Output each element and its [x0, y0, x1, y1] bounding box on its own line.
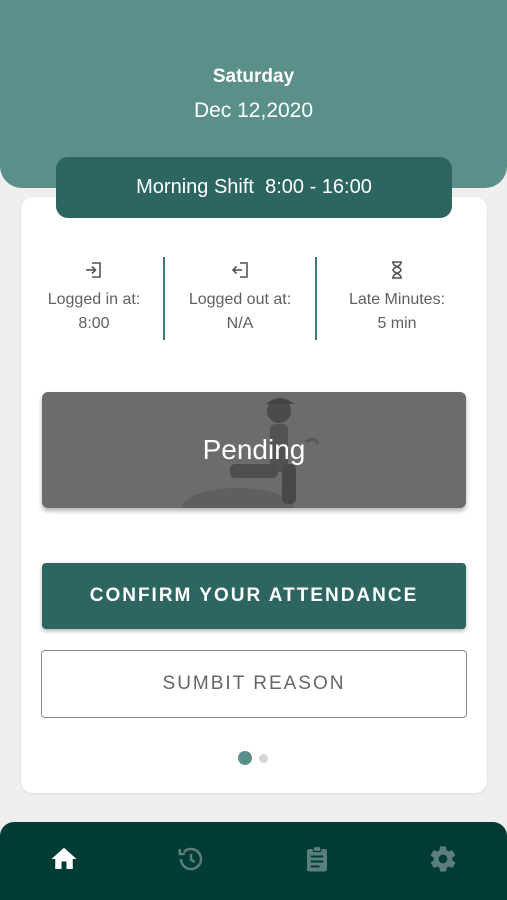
logged-in-stat: Logged in at: 8:00	[36, 258, 152, 342]
hourglass-icon	[324, 258, 470, 282]
pager-dot[interactable]	[259, 754, 268, 763]
nav-clipboard[interactable]	[302, 844, 332, 874]
late-minutes-value: 5 min	[377, 315, 417, 332]
logged-in-value: 8:00	[78, 315, 110, 332]
day-label: Saturday	[212, 66, 295, 87]
shift-badge: Morning Shift 8:00 - 16:00	[56, 157, 452, 218]
pending-status-card: Pending	[42, 392, 466, 508]
stat-divider	[315, 257, 317, 340]
late-minutes-label: Late Minutes:	[348, 291, 446, 308]
nav-home[interactable]	[49, 844, 79, 874]
logout-icon	[170, 258, 310, 282]
late-minutes-stat: Late Minutes: 5 min	[324, 258, 470, 342]
logged-out-stat: Logged out at: N/A	[170, 258, 310, 342]
logged-in-label: Logged in at:	[47, 291, 141, 308]
logged-out-value: N/A	[226, 315, 254, 332]
settings-icon	[430, 846, 456, 872]
nav-history[interactable]	[176, 844, 206, 874]
nav-settings[interactable]	[428, 844, 458, 874]
submit-reason-button[interactable]: SUMBIT REASON	[41, 650, 467, 718]
logged-out-label: Logged out at:	[188, 291, 292, 308]
pending-label: Pending	[202, 434, 306, 465]
clipboard-icon	[307, 845, 327, 872]
date-label: Dec 12,2020	[193, 99, 314, 122]
login-icon	[36, 258, 152, 282]
pager-dot-active[interactable]	[238, 751, 252, 765]
confirm-attendance-button[interactable]: CONFIRM YOUR ATTENDANCE	[42, 563, 466, 629]
home-icon	[51, 847, 77, 869]
bottom-navigation	[0, 822, 507, 900]
history-icon	[178, 847, 203, 871]
stat-divider	[163, 257, 165, 340]
